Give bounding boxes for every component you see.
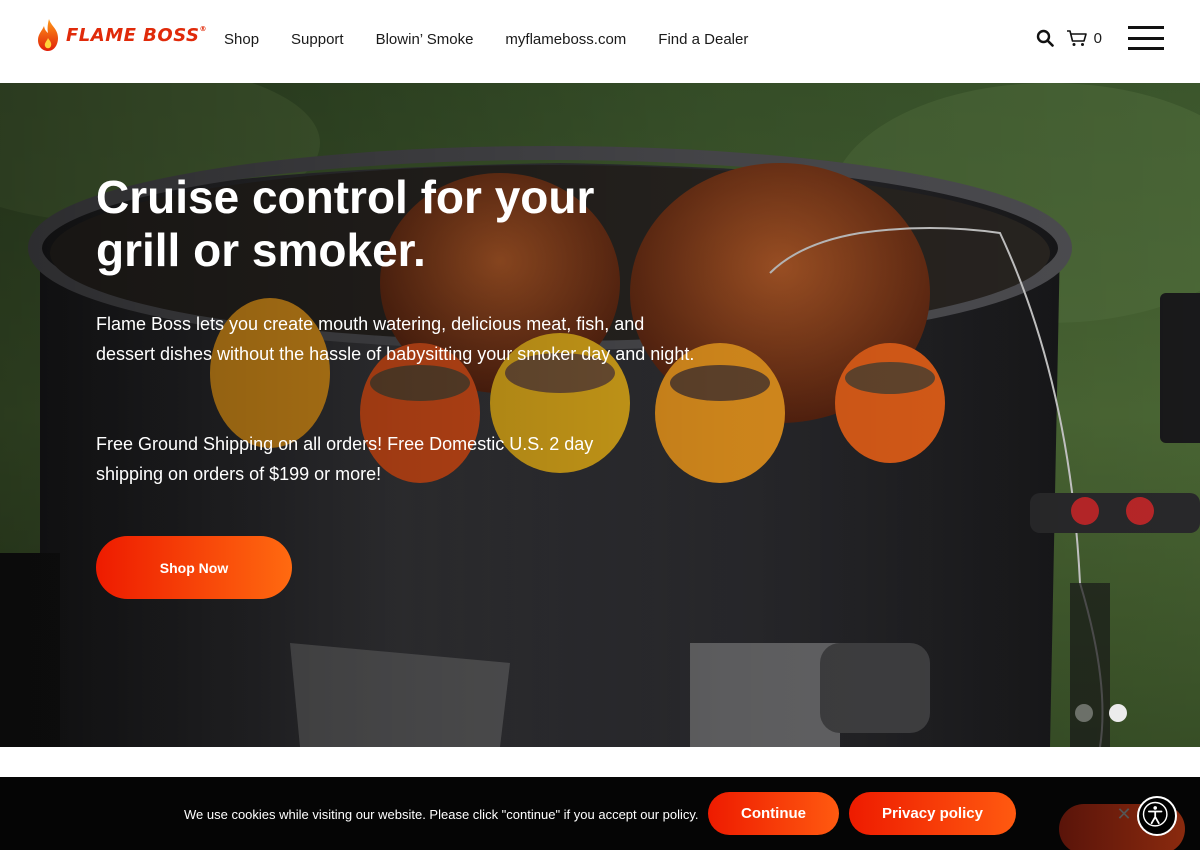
shop-now-button[interactable]: Shop Now [96, 536, 292, 599]
nav-blowin-smoke[interactable]: Blowin’ Smoke [376, 31, 474, 48]
cart-icon[interactable] [1066, 29, 1088, 47]
cookie-message: We use cookies while visiting our websit… [184, 807, 699, 822]
cookie-consent-bar: We use cookies while visiting our websit… [0, 777, 1200, 850]
nav-support[interactable]: Support [291, 31, 344, 48]
main-nav: Shop Support Blowin’ Smoke myflameboss.c… [224, 31, 780, 48]
site-header: FLAME BOSS® Shop Support Blowin’ Smoke m… [0, 0, 1200, 83]
accessibility-icon[interactable] [1137, 796, 1177, 836]
menu-icon[interactable] [1128, 26, 1164, 50]
nav-shop[interactable]: Shop [224, 31, 259, 48]
header-actions: 0 [1036, 26, 1164, 50]
slide-dot-2-active[interactable] [1109, 704, 1127, 722]
search-icon[interactable] [1036, 29, 1054, 47]
flame-boss-logo[interactable]: FLAME BOSS® [36, 18, 207, 52]
close-icon[interactable]: ✕ [1113, 804, 1135, 826]
cart-count: 0 [1093, 29, 1102, 47]
continue-button[interactable]: Continue [708, 792, 839, 835]
shipping-notice: Free Ground Shipping on all orders! Free… [96, 434, 594, 484]
slide-dot-1[interactable] [1075, 704, 1093, 722]
nav-find-dealer[interactable]: Find a Dealer [658, 31, 748, 48]
brand-name: FLAME BOSS® [66, 24, 207, 46]
hero-title: Cruise control for your grill or smoker. [96, 171, 595, 276]
content-section-top [0, 747, 1200, 787]
privacy-policy-button[interactable]: Privacy policy [849, 792, 1016, 835]
nav-myflameboss[interactable]: myflameboss.com [505, 31, 626, 48]
flame-icon [38, 19, 58, 51]
hero-banner: Cruise control for your grill or smoker. … [0, 83, 1200, 747]
hero-description: Flame Boss lets you create mouth waterin… [96, 314, 695, 364]
